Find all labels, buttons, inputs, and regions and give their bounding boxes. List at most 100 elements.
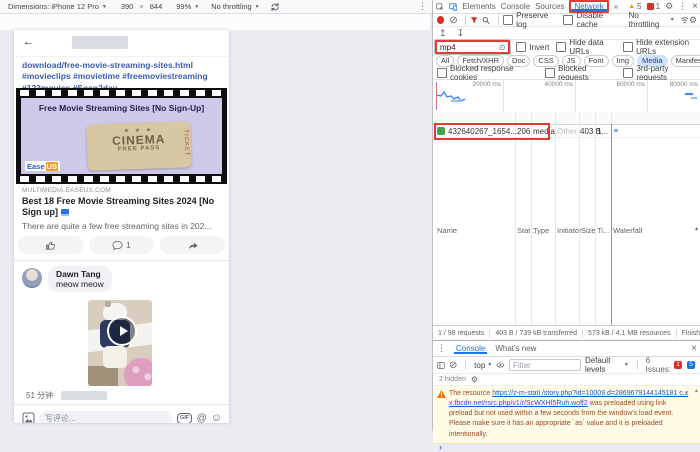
link-source: MULTIMEDIA.EASEUS.COM xyxy=(22,187,222,194)
console-warning-message[interactable]: The resource https://z-m-stati /story.ph… xyxy=(433,386,700,444)
col-initiator[interactable]: Initiator xyxy=(557,226,582,235)
filter-settings-icon[interactable]: ⊙ xyxy=(499,43,506,52)
tab-sources[interactable]: Sources xyxy=(535,2,564,11)
viewport-width-input[interactable]: 390 xyxy=(121,2,134,11)
col-waterfall[interactable]: Waterfall xyxy=(613,226,642,235)
comment-item: Dawn Tang meow meow xyxy=(22,266,222,292)
export-har-icon[interactable]: ↧ xyxy=(457,28,465,39)
throttling-selector[interactable]: No throttling ▼ xyxy=(211,2,259,11)
gallery-icon xyxy=(61,209,69,216)
extra-filters-row: Blocked response cookies Blocked request… xyxy=(433,67,700,80)
network-conditions-icon[interactable] xyxy=(680,16,689,24)
close-devtools-icon[interactable]: × xyxy=(692,1,698,12)
col-type[interactable]: Type xyxy=(533,226,549,235)
comment-text: meow meow xyxy=(56,279,104,289)
gif-icon[interactable]: GIF xyxy=(177,413,191,424)
comment-input[interactable]: 写评论... xyxy=(39,411,172,424)
more-tabs-icon[interactable]: » xyxy=(614,2,618,11)
cat-legs xyxy=(103,346,127,368)
avatar[interactable] xyxy=(22,268,42,288)
chevron-down-icon: ▼ xyxy=(102,4,107,10)
drawer-menu-icon[interactable]: ⋮ xyxy=(437,343,446,354)
comment-author[interactable]: Dawn Tang xyxy=(56,269,104,279)
network-overview-timeline[interactable]: 20000 ms 40000 ms 60000 ms 80000 ms xyxy=(433,80,700,113)
viewport-height-input[interactable]: 844 xyxy=(150,2,163,11)
col-time[interactable]: Ti... xyxy=(597,226,609,235)
tab-console-drawer[interactable]: Console xyxy=(454,343,487,354)
devtools-menu-icon[interactable]: ⋮ xyxy=(678,1,687,12)
like-button[interactable] xyxy=(18,236,83,254)
post-link-line[interactable]: #movieclips #movietime #freemoviestreami… xyxy=(22,71,222,82)
comment-input-placeholder: 写评论... xyxy=(45,413,76,424)
link-description: There are quite a few free streaming sit… xyxy=(22,221,222,231)
timeline-tick: 60000 ms xyxy=(616,81,645,88)
easeus-logo: Ease US xyxy=(25,161,60,171)
context-selector[interactable]: top ▼ xyxy=(474,361,492,370)
network-filter-input[interactable]: mp4 ⊙ xyxy=(435,40,510,54)
errors-indicator[interactable]: 1 xyxy=(647,2,660,11)
link-title[interactable]: Best 18 Free Movie Streaming Sites 2024 … xyxy=(22,196,222,219)
play-button[interactable] xyxy=(107,316,137,346)
col-size[interactable]: Size xyxy=(581,226,596,235)
comment-bubble[interactable]: Dawn Tang meow meow xyxy=(48,266,112,292)
console-tabbar: ⋮ Console What's new × xyxy=(433,341,700,357)
timeline-tick: 20000 ms xyxy=(472,81,501,88)
console-clear-icon[interactable]: ⊘ xyxy=(449,361,457,370)
network-settings-gear-icon[interactable]: ⚙ xyxy=(689,15,697,26)
close-drawer-icon[interactable]: × xyxy=(691,343,697,354)
console-prompt[interactable]: › xyxy=(433,444,700,452)
play-icon xyxy=(120,326,128,336)
invert-checkbox[interactable]: Invert xyxy=(516,42,549,52)
warning-text-prefix: The resource xyxy=(449,390,492,397)
comment-button[interactable]: 1 xyxy=(89,236,154,254)
zoom-selector[interactable]: 99% ▼ xyxy=(176,2,199,11)
back-icon[interactable]: ← xyxy=(23,36,34,48)
tab-console[interactable]: Console xyxy=(501,2,530,11)
post-image[interactable]: Free Movie Streaming Sites [No Sign-Up] … xyxy=(16,88,227,184)
page-header: ← xyxy=(14,30,229,57)
issues-red-badge: 1 xyxy=(674,361,682,369)
inspect-icon[interactable] xyxy=(436,2,444,12)
filter-icon[interactable] xyxy=(470,16,478,25)
rotate-icon[interactable] xyxy=(270,2,280,12)
console-filter-input[interactable]: Filter xyxy=(509,359,581,371)
eye-icon[interactable] xyxy=(496,361,505,369)
share-icon xyxy=(187,240,199,251)
network-summary-bar: 1 / 98 requests 403 B / 739 kB transferr… xyxy=(433,325,700,341)
share-button[interactable] xyxy=(160,236,225,254)
prompt-chevron: › xyxy=(439,444,442,451)
hidden-filter-gear-icon[interactable]: ⚙ xyxy=(471,375,478,384)
import-har-icon[interactable]: ↥ xyxy=(439,28,447,39)
link-card-text[interactable]: MULTIMEDIA.EASEUS.COM Best 18 Free Movie… xyxy=(22,187,222,231)
device-toolbar-icon[interactable] xyxy=(449,2,458,12)
filmstrip-sprockets-bottom xyxy=(20,176,223,182)
tab-elements[interactable]: Elements xyxy=(462,2,495,11)
col-name[interactable]: Name xyxy=(437,226,457,235)
photo-icon[interactable] xyxy=(22,412,35,424)
search-icon[interactable] xyxy=(482,16,490,25)
console-sidebar-icon[interactable] xyxy=(437,361,445,370)
post-link-line[interactable]: download/free-movie-streaming-sites.html xyxy=(22,60,222,71)
warnings-indicator[interactable]: ▲ 5 xyxy=(628,2,641,11)
comment-timestamp[interactable]: 51 分钟 xyxy=(26,390,53,401)
mention-icon[interactable]: @ xyxy=(197,413,207,424)
clear-icon[interactable]: ⊘ xyxy=(449,16,457,25)
hidden-messages-label[interactable]: 2 hidden xyxy=(439,376,466,383)
divider xyxy=(14,260,229,261)
comment-video[interactable] xyxy=(88,300,152,386)
emulated-page: ← download/free-movie-streaming-sites.ht… xyxy=(14,30,229,423)
hidden-messages-row: 2 hidden ⚙ xyxy=(433,374,700,386)
device-toolbar-menu-icon[interactable]: ⋮ xyxy=(418,1,427,12)
console-drawer: ⋮ Console What's new × ⊘ top ▼ Filter De… xyxy=(433,340,700,432)
summary-finish: Finish: 1.4 min xyxy=(677,330,700,337)
record-icon[interactable] xyxy=(437,16,444,24)
issues-counter[interactable]: 6 Issues: 1 5 xyxy=(646,356,697,374)
log-levels-selector[interactable]: Default levels ▼ xyxy=(585,356,629,374)
emoji-icon[interactable]: ☺ xyxy=(211,412,222,423)
scroll-up-icon[interactable]: ▲ xyxy=(694,226,699,232)
tab-whats-new[interactable]: What's new xyxy=(495,344,536,353)
console-scroll-up-icon[interactable]: ▲ xyxy=(694,388,699,394)
device-selector[interactable]: Dimensions: iPhone 12 Pro ▼ xyxy=(8,2,107,11)
device-panel: Dimensions: iPhone 12 Pro ▼ 390 × 844 99… xyxy=(0,0,432,431)
request-initiator[interactable]: Other xyxy=(557,127,577,136)
